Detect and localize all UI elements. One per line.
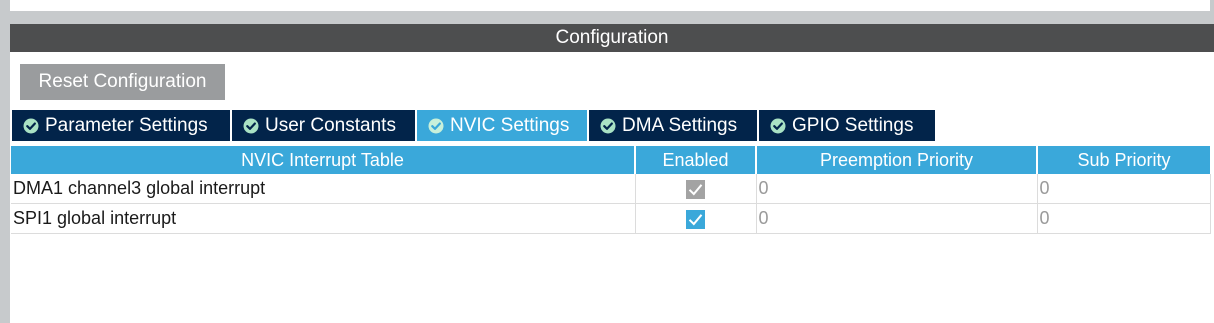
column-header-enabled[interactable]: Enabled	[635, 146, 757, 174]
tab-gpio-settings[interactable]: GPIO Settings	[759, 110, 935, 141]
check-circle-icon	[428, 118, 444, 133]
configuration-panel: Configuration Reset Configuration Parame…	[10, 24, 1214, 323]
sub-priority-cell[interactable]: 0	[1037, 174, 1211, 204]
enabled-cell	[635, 203, 757, 234]
tab-label: NVIC Settings	[450, 115, 570, 136]
check-circle-icon	[23, 118, 39, 133]
table-row[interactable]: SPI1 global interrupt 0 0	[11, 203, 1211, 234]
tab-nvic-settings[interactable]: NVIC Settings	[417, 110, 589, 141]
tab-label: User Constants	[265, 115, 396, 136]
tab-parameter-settings[interactable]: Parameter Settings	[12, 110, 232, 141]
column-header-interrupt[interactable]: NVIC Interrupt Table	[11, 146, 636, 174]
table-header-row: NVIC Interrupt Table Enabled Preemption …	[11, 146, 1210, 174]
enabled-cell	[635, 174, 757, 204]
tab-dma-settings[interactable]: DMA Settings	[589, 110, 759, 141]
interrupt-name: DMA1 channel3 global interrupt	[11, 174, 636, 204]
configuration-header: Configuration	[10, 24, 1214, 52]
preemption-priority-cell[interactable]: 0	[756, 174, 1038, 204]
tab-label: DMA Settings	[622, 115, 738, 136]
table-row[interactable]: DMA1 channel3 global interrupt 0 0	[11, 174, 1211, 204]
check-circle-icon	[770, 118, 786, 133]
column-header-sub-priority[interactable]: Sub Priority	[1037, 146, 1210, 174]
column-header-preemption-priority[interactable]: Preemption Priority	[756, 146, 1038, 174]
tab-label: Parameter Settings	[45, 115, 208, 136]
upper-panel	[10, 0, 1210, 11]
preemption-priority-cell[interactable]: 0	[756, 203, 1038, 234]
settings-tabs: Parameter Settings User Constants NVIC S…	[12, 110, 935, 141]
sub-priority-cell[interactable]: 0	[1037, 203, 1211, 234]
enabled-checkbox[interactable]	[686, 209, 705, 229]
nvic-interrupt-table: NVIC Interrupt Table Enabled Preemption …	[11, 146, 1211, 234]
check-circle-icon	[243, 118, 259, 133]
tab-label: GPIO Settings	[792, 115, 914, 136]
reset-configuration-button[interactable]: Reset Configuration	[20, 64, 225, 100]
tab-user-constants[interactable]: User Constants	[232, 110, 417, 141]
check-circle-icon	[600, 118, 616, 133]
enabled-checkbox[interactable]	[686, 179, 705, 199]
interrupt-name: SPI1 global interrupt	[11, 203, 636, 234]
